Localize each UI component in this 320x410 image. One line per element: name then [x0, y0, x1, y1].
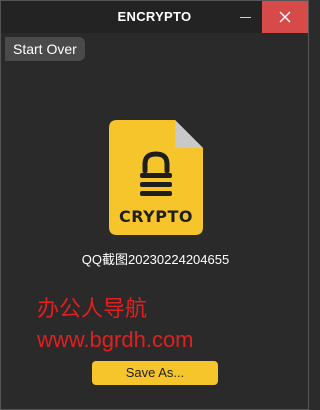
- title-bar[interactable]: ENCRYPTO: [1, 1, 308, 33]
- close-button[interactable]: [262, 1, 308, 33]
- save-as-button[interactable]: Save As...: [92, 361, 218, 385]
- app-window: ENCRYPTO Start Over CRYPTO QQ截图202302242…: [0, 0, 309, 410]
- file-name: QQ截图20230224204655: [81, 252, 230, 267]
- close-icon: [279, 11, 291, 23]
- start-over-button[interactable]: Start Over: [5, 37, 85, 61]
- encrypted-file-icon: CRYPTO: [109, 120, 203, 235]
- watermark-text: 办公人导航: [37, 296, 148, 321]
- file-badge-text: CRYPTO: [119, 207, 193, 226]
- watermark-url: www.bgrdh.com: [37, 327, 194, 352]
- minimize-button[interactable]: [232, 1, 260, 33]
